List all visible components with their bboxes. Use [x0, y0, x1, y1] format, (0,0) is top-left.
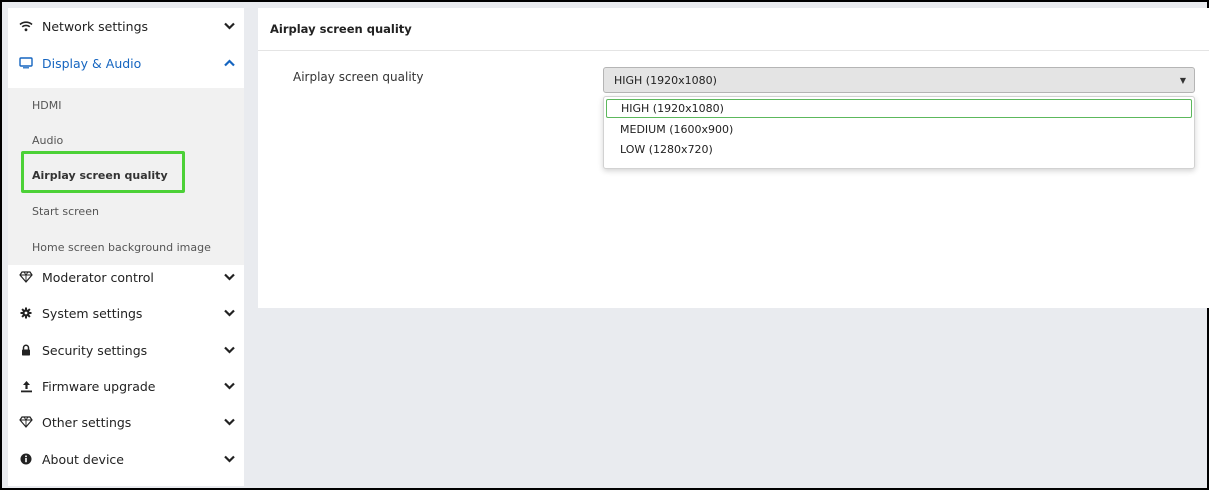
sidebar-item-display-audio[interactable]: Display & Audio [8, 45, 244, 81]
settings-panel: Airplay screen quality Airplay screen qu… [258, 8, 1209, 308]
submenu-item-audio[interactable]: Audio [8, 123, 244, 158]
divider [258, 50, 1209, 51]
chevron-up-icon [214, 57, 244, 70]
sidebar-item-security-settings[interactable]: Security settings [8, 332, 244, 368]
sidebar-item-about-device[interactable]: About device [8, 441, 244, 477]
chevron-down-icon [214, 380, 244, 393]
monitor-icon [18, 55, 34, 71]
upload-icon [18, 378, 34, 394]
quality-select[interactable]: HIGH (1920x1080) ▼ [603, 67, 1195, 93]
field-label: Airplay screen quality [293, 70, 424, 84]
diamond-icon [18, 414, 34, 430]
sidebar-item-system-settings[interactable]: System settings [8, 295, 244, 331]
sidebar-item-firmware-upgrade[interactable]: Firmware upgrade [8, 368, 244, 404]
info-icon [18, 451, 34, 467]
wifi-icon [18, 18, 34, 34]
chevron-down-icon [214, 416, 244, 429]
sidebar: Network settings Display & Audio HDMI Au… [8, 8, 244, 486]
sidebar-item-label: Moderator control [42, 269, 154, 285]
sidebar-item-network-settings[interactable]: Network settings [8, 8, 244, 44]
diamond-icon [18, 269, 34, 285]
sidebar-item-other-settings[interactable]: Other settings [8, 404, 244, 440]
caret-down-icon: ▼ [1179, 75, 1187, 85]
submenu-item-start-screen[interactable]: Start screen [8, 194, 244, 229]
chevron-down-icon [214, 307, 244, 320]
app-frame: Network settings Display & Audio HDMI Au… [0, 0, 1209, 490]
sidebar-item-label: Security settings [42, 342, 148, 358]
quality-dropdown-list: HIGH (1920x1080) MEDIUM (1600x900) LOW (… [603, 96, 1195, 169]
sidebar-item-label: Display & Audio [42, 55, 142, 71]
gear-icon [18, 305, 34, 321]
sidebar-item-label: Network settings [42, 18, 149, 34]
panel-title: Airplay screen quality [270, 22, 412, 36]
sidebar-item-label: About device [42, 451, 124, 467]
chevron-down-icon [214, 20, 244, 33]
submenu-item-airplay-screen-quality[interactable]: Airplay screen quality [8, 158, 244, 193]
chevron-down-icon [214, 453, 244, 466]
submenu-item-hdmi[interactable]: HDMI [8, 88, 244, 123]
sidebar-item-label: Firmware upgrade [42, 378, 156, 394]
option-medium[interactable]: MEDIUM (1600x900) [606, 120, 1192, 139]
display-audio-submenu: HDMI Audio Airplay screen quality Start … [8, 88, 244, 265]
sidebar-item-moderator-control[interactable]: Moderator control [8, 259, 244, 295]
chevron-down-icon [214, 344, 244, 357]
option-high[interactable]: HIGH (1920x1080) [606, 99, 1192, 118]
chevron-down-icon [214, 271, 244, 284]
select-value: HIGH (1920x1080) [614, 73, 717, 87]
lock-icon [18, 342, 34, 358]
sidebar-item-label: System settings [42, 305, 143, 321]
option-low[interactable]: LOW (1280x720) [606, 140, 1192, 159]
sidebar-item-label: Other settings [42, 414, 132, 430]
